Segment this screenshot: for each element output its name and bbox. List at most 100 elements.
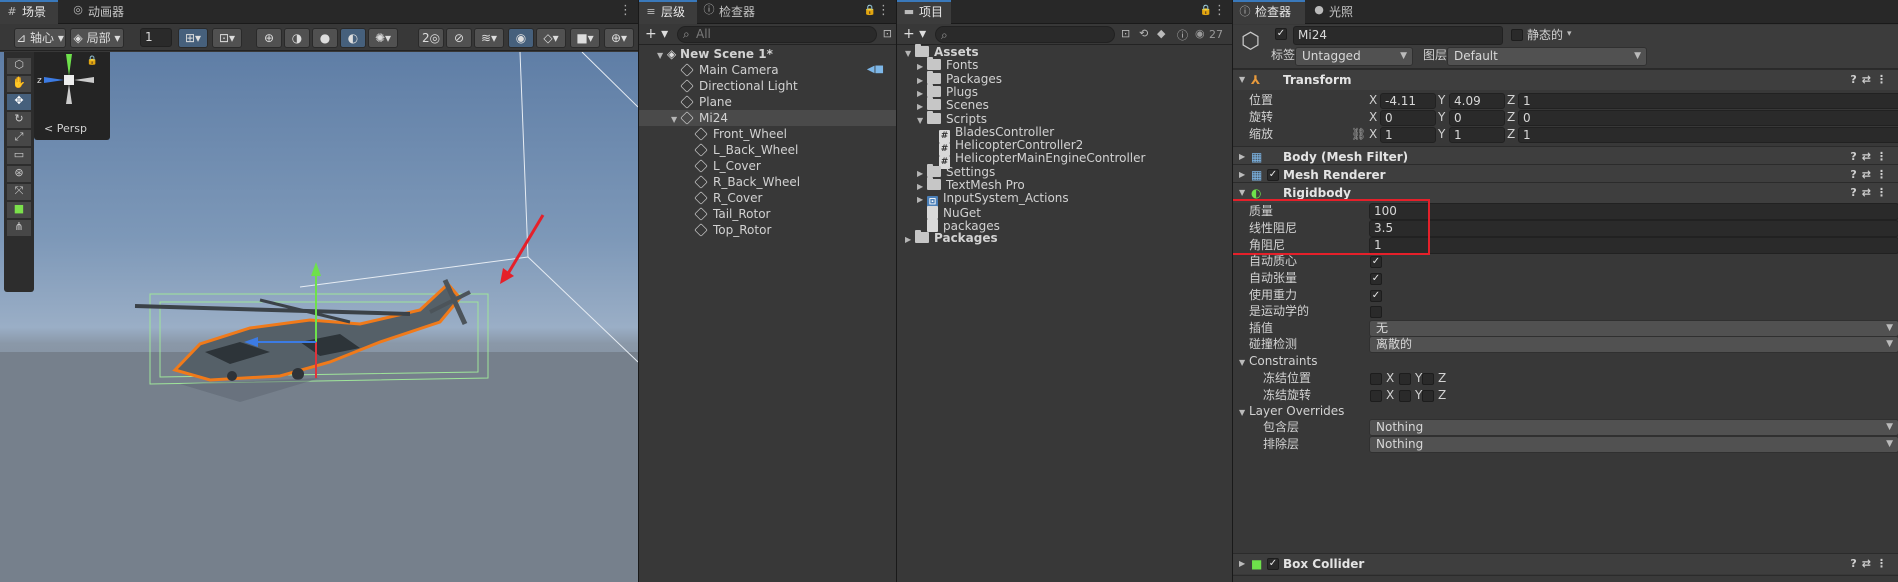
project-item[interactable]: ▶ TextMesh Pro [897, 177, 1232, 193]
tab-scene[interactable]: # 场景 [0, 0, 58, 24]
search-filter-icon[interactable]: ⊡ [883, 27, 892, 40]
collision-detection-dropdown[interactable]: 离散的 ▼ [1369, 336, 1898, 353]
gizmo-neg-x-cone[interactable] [74, 77, 94, 83]
transform-z-input[interactable]: 1 [1518, 127, 1898, 143]
tab-project[interactable]: ▬ 项目 [897, 0, 951, 24]
project-item[interactable]: NuGet [897, 205, 1232, 219]
box-collider-header[interactable]: ▶ ■ ✓ Box Collider ?⇄⋮ [1233, 553, 1898, 574]
project-item[interactable]: ▶ Packages [897, 70, 1232, 87]
move-tool-button[interactable]: ✥ [7, 94, 31, 110]
collapse-arrow-icon[interactable]: ▶ [917, 180, 927, 193]
hidden-packages-icon[interactable]: ◉ [1195, 27, 1205, 40]
unlit-button[interactable]: ● [312, 28, 338, 48]
project-item[interactable]: packages [897, 218, 1232, 232]
hierarchy-item[interactable]: Tail_Rotor [639, 206, 896, 222]
hand-tool-button[interactable]: ✋ [7, 76, 31, 92]
transform-z-input[interactable]: 1 [1518, 93, 1898, 109]
project-search-input[interactable]: ⌕ [935, 26, 1115, 43]
freeze-pos-x-checkbox[interactable] [1370, 373, 1382, 385]
project-item[interactable]: # BladesController [897, 125, 1232, 143]
project-item[interactable]: ▶ Plugs [897, 83, 1232, 100]
create-button[interactable]: + ▾ [645, 26, 668, 42]
project-item[interactable]: ▶ Settings [897, 163, 1232, 180]
grid-snap-button[interactable]: ⊞▾ [178, 28, 208, 48]
hierarchy-item[interactable]: R_Cover [639, 190, 896, 206]
scene-viewport[interactable]: ⬡ ✋ ✥ ↻ ⤢ ▭ ⊛ ⤧ ■ ⋔ z 🔒 < Persp [0, 52, 638, 582]
lock-icon[interactable]: 🔒 [1200, 4, 1212, 18]
hierarchy-item[interactable]: L_Back_Wheel [639, 142, 896, 158]
pivot-dropdown[interactable]: ⊿ 轴心 ▾ [14, 28, 66, 48]
snap-value-input[interactable]: 1 [140, 28, 172, 47]
grid-visibility-button[interactable]: ⊡▾ [212, 28, 242, 48]
spline-tool-button[interactable]: ⋔ [7, 220, 31, 236]
freeze-rot-z-checkbox[interactable] [1422, 390, 1434, 402]
space-dropdown[interactable]: ◈ 局部 ▾ [70, 28, 124, 48]
axis-y-label[interactable]: Y [1438, 92, 1445, 109]
collapse-arrow-icon[interactable]: ▶ [917, 167, 927, 180]
freeze-pos-z-checkbox[interactable] [1422, 373, 1434, 385]
wireframe-button[interactable]: ⊕ [256, 28, 282, 48]
layer-dropdown[interactable]: Default ▼ [1447, 47, 1647, 66]
2d-toggle-button[interactable]: 2◎ [418, 28, 444, 48]
debug-draw-mode-button[interactable]: ✺▾ [368, 28, 398, 48]
collapse-arrow-icon[interactable]: ▶ [917, 74, 927, 87]
search-by-type-icon[interactable]: ⊡ [1121, 27, 1130, 40]
probuilder-tool-button[interactable]: ■ [7, 202, 31, 218]
collapse-arrow-icon[interactable]: ▶ [917, 193, 927, 206]
hierarchy-item[interactable]: ▼ ◈ New Scene 1* [639, 46, 896, 62]
transform-y-input[interactable]: 1 [1449, 127, 1505, 143]
custom-tool-button[interactable]: ⤧ [7, 184, 31, 200]
freeze-rot-x-checkbox[interactable] [1370, 390, 1382, 402]
transform-z-input[interactable]: 0 [1518, 110, 1898, 126]
tab-animator[interactable]: ◎ 动画器 [66, 0, 132, 24]
mesh-renderer-enabled-checkbox[interactable]: ✓ [1267, 169, 1279, 181]
axis-x-label[interactable]: X [1369, 92, 1377, 109]
use-gravity-checkbox[interactable]: ✓ [1370, 290, 1382, 302]
tab-inspector[interactable]: ⓘ 检查器 [1233, 0, 1305, 24]
freeze-pos-y-checkbox[interactable] [1399, 373, 1411, 385]
project-item[interactable]: ▼ Assets [897, 44, 1232, 60]
box-collider-enabled-checkbox[interactable]: ✓ [1267, 558, 1279, 570]
axis-z-label[interactable]: Z [1507, 109, 1515, 126]
warning-icon[interactable]: ⓘ [1177, 27, 1188, 43]
freeze-rot-y-checkbox[interactable] [1399, 390, 1411, 402]
hierarchy-item[interactable]: ▼ Mi24 [639, 110, 896, 126]
static-checkbox[interactable] [1511, 29, 1523, 41]
orientation-gizmo[interactable]: z 🔒 < Persp [34, 52, 110, 140]
layers-button[interactable]: ◇▾ [536, 28, 566, 48]
view-tool-button[interactable]: ⬡ [7, 58, 31, 74]
mass-input[interactable]: 100 [1369, 203, 1898, 220]
tab-hierarchy[interactable]: ≡ 层级 [639, 0, 697, 24]
linear-damping-input[interactable]: 3.5 [1369, 220, 1898, 237]
constrain-proportions-icon[interactable]: ⛓ [1351, 126, 1366, 143]
axis-y-label[interactable]: Y [1438, 126, 1445, 143]
expand-arrow-icon[interactable]: ▼ [917, 114, 927, 127]
camera-settings-button[interactable]: ■▾ [570, 28, 600, 48]
lock-icon[interactable]: 🔒 [864, 4, 876, 18]
collapse-arrow-icon[interactable]: ▶ [917, 60, 927, 73]
project-item[interactable]: # HelicopterMainEngineController [897, 152, 1232, 170]
expand-arrow-icon[interactable]: ▼ [905, 47, 915, 60]
static-dropdown-arrow[interactable]: ▾ [1567, 29, 1572, 39]
more-menu-icon[interactable]: ⋮ [1213, 4, 1226, 18]
interpolate-dropdown[interactable]: 无 ▼ [1369, 320, 1898, 337]
auto-center-of-mass-checkbox[interactable]: ✓ [1370, 256, 1382, 268]
hierarchy-item[interactable]: R_Back_Wheel [639, 174, 896, 190]
collapse-arrow-icon[interactable]: ▶ [917, 87, 927, 100]
more-menu-icon[interactable]: ⋮ [877, 4, 890, 18]
gizmo-center-cube[interactable] [64, 75, 74, 85]
collapse-arrow-icon[interactable]: ▶ [917, 100, 927, 113]
active-checkbox[interactable]: ✓ [1275, 28, 1287, 40]
transform-tool-button[interactable]: ⊛ [7, 166, 31, 182]
hierarchy-item[interactable]: L_Cover [639, 158, 896, 174]
axis-x-label[interactable]: X [1369, 126, 1377, 143]
project-item[interactable]: # HelicopterController2 [897, 139, 1232, 157]
gizmo-neg-y-cone[interactable] [66, 84, 72, 104]
transform-y-input[interactable]: 0 [1449, 110, 1505, 126]
component-menu-icons[interactable]: ?⇄⋮ [1850, 70, 1892, 90]
tag-icon[interactable]: ◆ [1157, 27, 1165, 40]
project-item[interactable]: ▶ ⊡ InputSystem_Actions [897, 192, 1232, 210]
more-menu-icon[interactable]: ⋮ [619, 4, 632, 18]
axis-y-label[interactable]: Y [1438, 109, 1445, 126]
object-name-input[interactable]: Mi24 [1293, 26, 1503, 45]
